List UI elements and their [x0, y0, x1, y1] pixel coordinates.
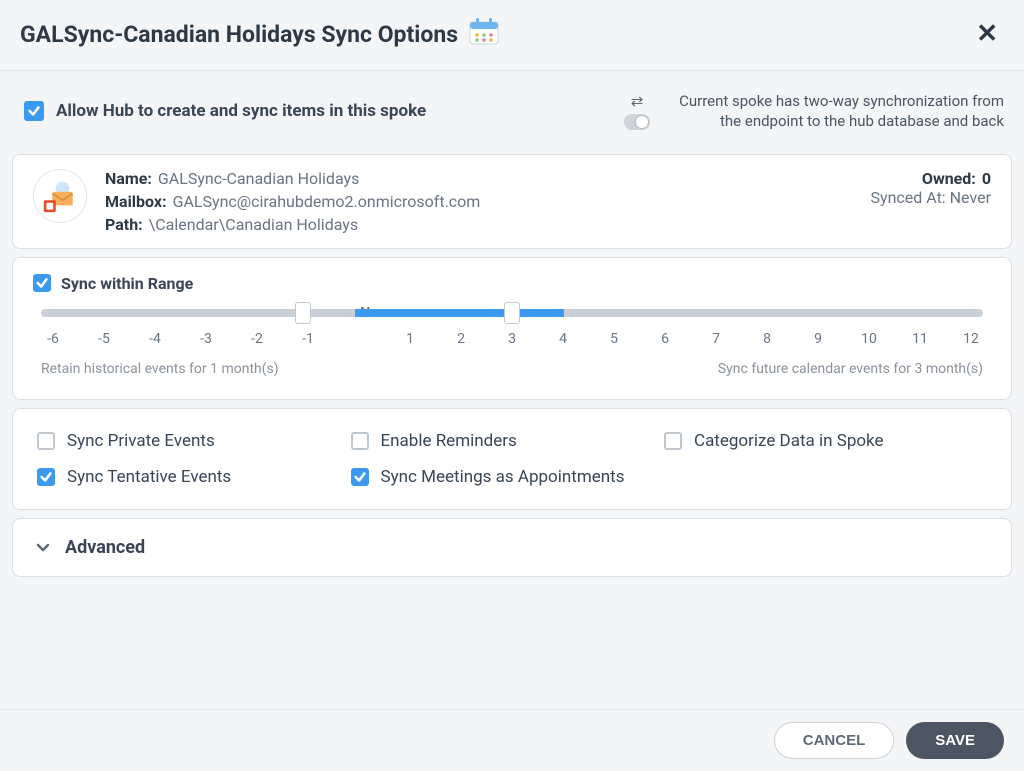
sync-range-card: Sync within Range Now -6-5-4-3-2-1123456…: [12, 257, 1012, 400]
allow-hub-checkbox[interactable]: [24, 101, 44, 121]
sync-meetings-appt-option[interactable]: Sync Meetings as Appointments: [351, 467, 665, 487]
calendar-icon: [466, 14, 502, 54]
enable-reminders-option[interactable]: Enable Reminders: [351, 431, 665, 451]
slider-tick: 12: [959, 331, 983, 347]
dialog-title: GALSync-Canadian Holidays Sync Options: [20, 21, 458, 48]
historical-text: Retain historical events for 1 month(s): [41, 361, 279, 377]
slider-ticks: -6-5-4-3-2-1123456789101112: [41, 331, 983, 347]
range-slider-handle-right[interactable]: [504, 302, 520, 324]
categorize-option[interactable]: Categorize Data in Spoke: [664, 431, 978, 451]
sync-direction-toggle[interactable]: [624, 114, 650, 130]
sync-range-label[interactable]: Sync within Range: [61, 274, 193, 293]
future-text: Sync future calendar events for 3 month(…: [718, 361, 983, 377]
categorize-checkbox[interactable]: [664, 432, 682, 450]
name-value: GALSync-Canadian Holidays: [158, 169, 360, 188]
slider-tick: -3: [194, 331, 218, 347]
allow-hub-label[interactable]: Allow Hub to create and sync items in th…: [56, 101, 426, 121]
slider-tick: 8: [755, 331, 779, 347]
path-label: Path:: [105, 215, 143, 234]
slider-tick: 3: [500, 331, 524, 347]
chevron-down-icon: [35, 539, 51, 555]
sync-private-checkbox[interactable]: [37, 432, 55, 450]
spoke-info-card: Name: GALSync-Canadian Holidays Mailbox: G…: [12, 154, 1012, 249]
slider-tick: -1: [296, 331, 320, 347]
advanced-section[interactable]: Advanced: [12, 518, 1012, 577]
sync-tentative-checkbox[interactable]: [37, 468, 55, 486]
synced-value: Never: [950, 188, 991, 207]
range-slider-fill: [355, 309, 564, 317]
path-value: \Calendar\Canadian Holidays: [149, 215, 358, 234]
slider-tick: 4: [551, 331, 575, 347]
mailbox-avatar-icon: [33, 169, 87, 223]
name-label: Name:: [105, 169, 152, 188]
slider-tick: 9: [806, 331, 830, 347]
slider-tick: 1: [398, 331, 422, 347]
owned-value: 0: [982, 169, 991, 188]
close-icon[interactable]: ✕: [970, 15, 1004, 53]
mailbox-value: GALSync@cirahubdemo2.onmicrosoft.com: [173, 192, 481, 211]
sync-meetings-appt-checkbox[interactable]: [351, 468, 369, 486]
dialog-footer: CANCEL SAVE: [0, 709, 1024, 771]
options-card: Sync Private Events Enable Reminders Cat…: [12, 408, 1012, 510]
slider-tick: -4: [143, 331, 167, 347]
synced-label: Synced At:: [871, 188, 946, 207]
slider-tick: -5: [92, 331, 116, 347]
cancel-button[interactable]: CANCEL: [774, 722, 895, 759]
sync-tentative-option[interactable]: Sync Tentative Events: [37, 467, 351, 487]
slider-tick: -6: [41, 331, 65, 347]
slider-tick: 5: [602, 331, 626, 347]
range-slider-handle-left[interactable]: [295, 302, 311, 324]
slider-tick: 6: [653, 331, 677, 347]
save-button[interactable]: SAVE: [906, 722, 1004, 759]
sync-range-checkbox[interactable]: [33, 274, 51, 292]
sync-mode-description: Current spoke has two-way synchronizatio…: [664, 91, 1004, 132]
range-slider-track[interactable]: [41, 309, 983, 317]
slider-tick: -2: [245, 331, 269, 347]
mailbox-label: Mailbox:: [105, 192, 167, 211]
two-way-sync-icon: ⇄: [631, 92, 644, 110]
slider-tick: [347, 331, 371, 347]
enable-reminders-checkbox[interactable]: [351, 432, 369, 450]
owned-label: Owned:: [922, 169, 976, 188]
slider-tick: 2: [449, 331, 473, 347]
sync-private-option[interactable]: Sync Private Events: [37, 431, 351, 451]
slider-tick: 10: [857, 331, 881, 347]
slider-tick: 11: [908, 331, 932, 347]
slider-tick: 7: [704, 331, 728, 347]
